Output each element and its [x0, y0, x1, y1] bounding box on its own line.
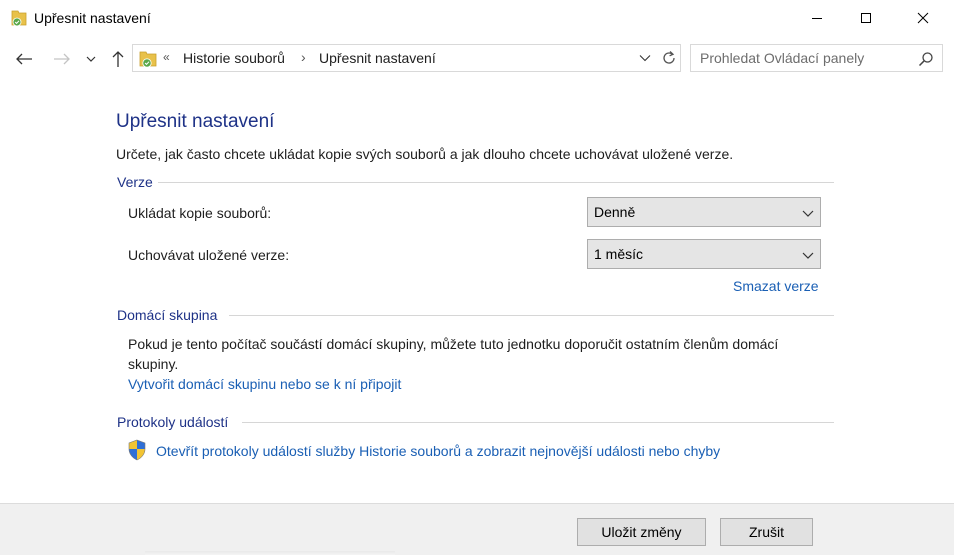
- refresh-icon: [662, 51, 675, 64]
- back-arrow-icon: [16, 53, 32, 65]
- event-logs-group-label: Protokoly událostí: [117, 414, 229, 430]
- maximize-button[interactable]: [843, 0, 889, 36]
- footer-bar: Uložit změny Zrušit: [0, 503, 954, 555]
- breadcrumb-separator[interactable]: ›: [301, 49, 306, 65]
- title-bar: Upřesnit nastavení: [0, 0, 954, 36]
- chevron-down-icon: [802, 206, 814, 218]
- save-copies-value: Denně: [594, 204, 636, 220]
- save-copies-label: Ukládat kopie souborů:: [128, 205, 272, 221]
- forward-arrow-icon: [54, 53, 70, 65]
- recent-locations-button[interactable]: [81, 44, 101, 74]
- file-history-icon: [11, 9, 27, 27]
- folder-icon: [139, 49, 157, 69]
- versions-divider: [158, 182, 834, 183]
- save-changes-button[interactable]: Uložit změny: [577, 518, 706, 546]
- close-button[interactable]: [900, 0, 946, 36]
- breadcrumb-advanced-settings[interactable]: Upřesnit nastavení: [319, 50, 436, 66]
- window-title: Upřesnit nastavení: [34, 10, 151, 26]
- address-bar[interactable]: « Historie souborů › Upřesnit nastavení: [132, 44, 658, 72]
- close-icon: [917, 12, 929, 24]
- recent-locations-icon: [86, 56, 96, 62]
- cancel-button[interactable]: Zrušit: [720, 518, 813, 546]
- event-logs-divider: [242, 422, 834, 423]
- keep-versions-label: Uchovávat uložené verze:: [128, 247, 290, 263]
- main-content: Upřesnit nastavení Určete, jak často chc…: [0, 82, 954, 503]
- keep-versions-value: 1 měsíc: [594, 246, 644, 262]
- homegroup-text: Pokud je tento počítač součástí domácí s…: [128, 336, 779, 372]
- minimize-button[interactable]: [794, 0, 840, 36]
- up-button[interactable]: [105, 44, 131, 74]
- search-box[interactable]: Prohledat Ovládací panely: [690, 44, 943, 72]
- homegroup-group-label: Domácí skupina: [117, 307, 218, 323]
- breadcrumb-file-history[interactable]: Historie souborů: [183, 50, 285, 66]
- homegroup-link[interactable]: Vytvořit domácí skupinu nebo se k ní při…: [128, 376, 401, 392]
- window-shadow: [145, 551, 395, 555]
- chevron-down-icon: [639, 55, 651, 62]
- homegroup-divider: [229, 315, 834, 316]
- keep-versions-dropdown[interactable]: 1 měsíc: [587, 239, 821, 269]
- breadcrumb-overflow[interactable]: «: [163, 50, 170, 64]
- clean-up-versions-link[interactable]: Smazat verze: [733, 278, 819, 294]
- event-logs-link[interactable]: Otevřít protokoly událostí služby Histor…: [156, 443, 720, 459]
- shield-icon: [127, 439, 147, 461]
- address-history-dropdown[interactable]: [637, 49, 653, 67]
- back-button[interactable]: [11, 44, 37, 74]
- save-copies-dropdown[interactable]: Denně: [587, 197, 821, 227]
- minimize-icon: [812, 18, 822, 19]
- navigation-bar: « Historie souborů › Upřesnit nastavení …: [0, 36, 954, 82]
- maximize-icon: [861, 13, 871, 23]
- forward-button[interactable]: [49, 44, 75, 74]
- refresh-button[interactable]: [657, 44, 681, 72]
- search-icon[interactable]: [918, 51, 934, 67]
- search-input[interactable]: Prohledat Ovládací panely: [700, 50, 864, 66]
- versions-group-label: Verze: [117, 174, 153, 190]
- page-description: Určete, jak často chcete ukládat kopie s…: [116, 146, 734, 162]
- chevron-down-icon: [802, 248, 814, 260]
- up-arrow-icon: [112, 51, 124, 67]
- page-title: Upřesnit nastavení: [116, 111, 275, 132]
